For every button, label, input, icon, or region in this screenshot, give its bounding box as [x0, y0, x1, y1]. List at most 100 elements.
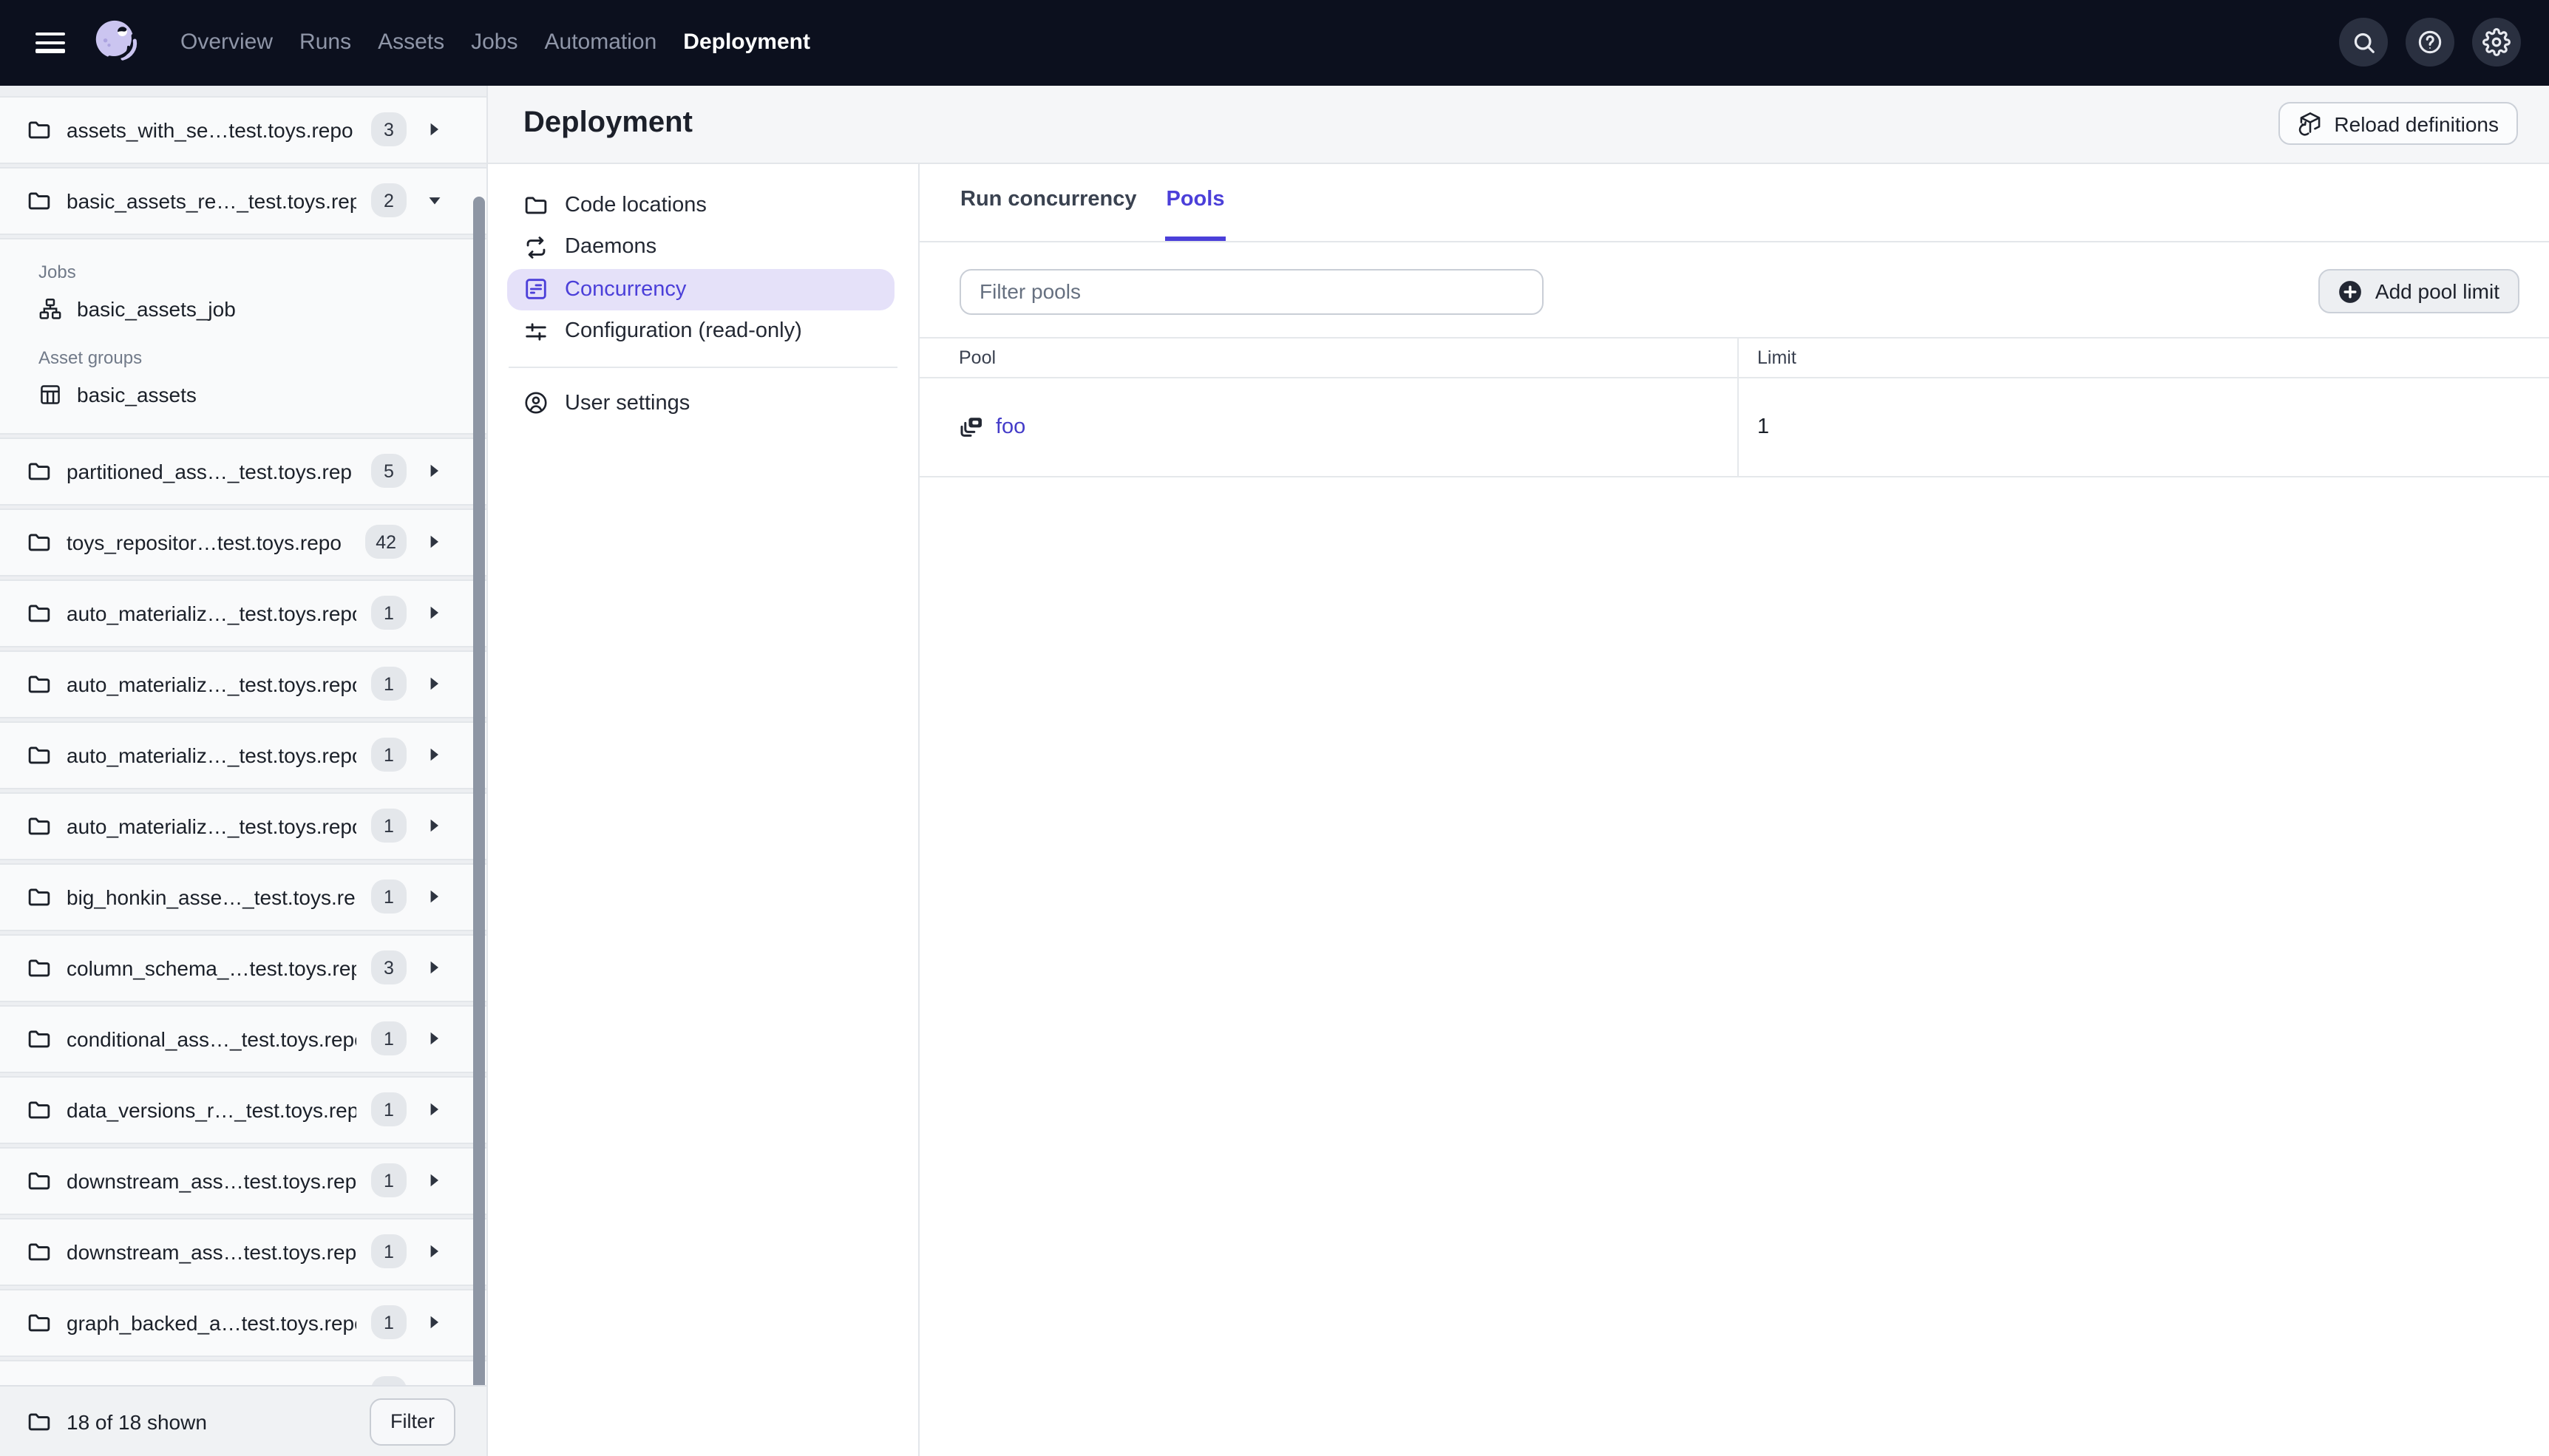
- folder-icon: [27, 529, 52, 554]
- nav-item-configuration-read-only[interactable]: Configuration (read-only): [507, 311, 894, 352]
- job-name: basic_assets_job: [77, 297, 236, 321]
- page-title: Deployment: [523, 106, 693, 140]
- user-icon: [523, 391, 549, 416]
- definitions-count-badge: 1: [371, 1234, 407, 1268]
- topnav-item-runs[interactable]: Runs: [299, 30, 351, 55]
- code-location-name: downstream_ass…test.toys.rep: [67, 1168, 356, 1192]
- code-location-row[interactable]: auto_materializ…_test.toys.repo 1: [0, 650, 486, 718]
- chevron-right-icon[interactable]: [427, 888, 442, 905]
- tab-run-concurrency[interactable]: Run concurrency: [959, 164, 1138, 240]
- code-location-name: auto_materializ…_test.toys.repo: [67, 814, 356, 837]
- pools-table-header: Pool Limit: [919, 338, 2549, 378]
- reload-definitions-button[interactable]: Reload definitions: [2278, 102, 2518, 146]
- definitions-count-badge: 1: [371, 1376, 407, 1385]
- pool-link[interactable]: foo: [959, 415, 1025, 440]
- asset-group-icon: [38, 383, 62, 406]
- code-location-row[interactable]: conditional_ass…_test.toys.repo 1: [0, 1004, 486, 1072]
- code-location-row[interactable]: auto_materializ…_test.toys.repo 1: [0, 792, 486, 860]
- chevron-right-icon[interactable]: [427, 1172, 442, 1188]
- topnav-item-jobs[interactable]: Jobs: [471, 30, 517, 55]
- filter-pools-input[interactable]: [959, 268, 1543, 314]
- code-location-row[interactable]: data_versions_r…_test.toys.rep 1: [0, 1075, 486, 1143]
- code-location-name: conditional_ass…_test.toys.repo: [67, 1027, 356, 1050]
- definitions-count-badge: 1: [371, 1305, 407, 1339]
- help-button[interactable]: [2406, 18, 2454, 67]
- sidebar-scrollbar[interactable]: [473, 196, 485, 1455]
- nav-item-user-settings[interactable]: User settings: [507, 383, 894, 423]
- chevron-right-icon[interactable]: [427, 817, 442, 834]
- folder-icon: [27, 1310, 52, 1335]
- pool-table-row: foo 1: [919, 378, 2549, 477]
- folder-icon: [27, 1239, 52, 1264]
- chevron-right-icon[interactable]: [427, 746, 442, 763]
- definitions-count-badge: 3: [371, 950, 407, 984]
- search-button[interactable]: [2339, 18, 2388, 67]
- tab-pools[interactable]: Pools: [1164, 164, 1226, 240]
- job-item[interactable]: basic_assets_job: [0, 289, 486, 329]
- folder-icon: [27, 1026, 52, 1051]
- main-content: Deployment Reload definitions Code locat…: [488, 85, 2549, 1456]
- code-location-name: auto_materializ…_test.toys.repo: [67, 743, 356, 766]
- code-location-row[interactable]: auto_materializ…_test.toys.repo 1: [0, 721, 486, 789]
- add-pool-limit-button[interactable]: Add pool limit: [2318, 268, 2519, 314]
- top-nav-actions: [2339, 18, 2521, 67]
- plus-circle-icon: [2338, 279, 2363, 304]
- folder-icon: [27, 188, 52, 213]
- chevron-right-icon[interactable]: [427, 534, 442, 550]
- asset-group-item[interactable]: basic_assets: [0, 375, 486, 415]
- topnav-item-deployment[interactable]: Deployment: [683, 30, 810, 55]
- dagster-logo-icon[interactable]: [90, 17, 142, 69]
- reload-definitions-label: Reload definitions: [2334, 112, 2499, 136]
- code-location-row[interactable]: column_schema_…test.toys.rep 3: [0, 933, 486, 1001]
- code-location-row[interactable]: long_asset_keys…_test.toys.rep1: [0, 1359, 486, 1385]
- code-location-row[interactable]: assets_with_se…test.toys.repo 3: [0, 95, 486, 163]
- nav-divider: [509, 367, 897, 368]
- code-location-name: big_honkin_asse…_test.toys.rep: [67, 885, 356, 908]
- topnav-item-assets[interactable]: Assets: [378, 30, 444, 55]
- nav-item-concurrency[interactable]: Concurrency: [507, 269, 894, 310]
- topnav-item-automation[interactable]: Automation: [545, 30, 657, 55]
- chevron-right-icon[interactable]: [427, 605, 442, 621]
- topnav-item-overview[interactable]: Overview: [180, 30, 273, 55]
- code-locations-sidebar: assets_with_se…test.toys.repo 3 basic_asse…: [0, 85, 488, 1456]
- nav-item-label: Code locations: [565, 193, 707, 217]
- chevron-down-icon[interactable]: [427, 194, 442, 206]
- folder-icon: [27, 742, 52, 767]
- job-icon: [38, 297, 62, 321]
- chevron-right-icon[interactable]: [427, 1101, 442, 1117]
- chevron-right-icon[interactable]: [427, 463, 442, 479]
- chevron-right-icon[interactable]: [427, 1030, 442, 1047]
- nav-item-code-locations[interactable]: Code locations: [507, 185, 894, 225]
- code-location-row[interactable]: auto_materializ…_test.toys.repo 1: [0, 579, 486, 647]
- menu-icon[interactable]: [35, 32, 65, 53]
- code-location-row[interactable]: downstream_ass…test.toys.rep 1: [0, 1217, 486, 1285]
- nav-item-daemons[interactable]: Daemons: [507, 227, 894, 268]
- code-location-row[interactable]: partitioned_ass…_test.toys.rep 5: [0, 437, 486, 505]
- code-location-row[interactable]: downstream_ass…test.toys.rep 1: [0, 1146, 486, 1214]
- chevron-right-icon[interactable]: [427, 121, 442, 137]
- folder-icon: [27, 1168, 52, 1193]
- code-location-row[interactable]: toys_repositor…test.toys.repo 42: [0, 508, 486, 576]
- definitions-count-badge: 5: [371, 454, 407, 488]
- gear-icon: [2482, 28, 2511, 57]
- asset-group-name: basic_assets: [77, 383, 197, 406]
- code-location-list: assets_with_se…test.toys.repo 3 basic_asse…: [0, 85, 486, 1385]
- definitions-count-badge: 3: [371, 112, 407, 146]
- settings-button[interactable]: [2472, 18, 2521, 67]
- code-location-row[interactable]: graph_backed_a…test.toys.repo 1: [0, 1288, 486, 1356]
- filter-locations-button[interactable]: Filter: [370, 1398, 455, 1445]
- pool-name: foo: [996, 415, 1026, 439]
- code-location-row[interactable]: basic_assets_re…_test.toys.rep 2: [0, 166, 486, 234]
- code-location-name: downstream_ass…test.toys.rep: [67, 1239, 356, 1263]
- code-location-name: data_versions_r…_test.toys.rep: [67, 1098, 356, 1121]
- chevron-right-icon[interactable]: [427, 1243, 442, 1259]
- code-location-row[interactable]: big_honkin_asse…_test.toys.rep 1: [0, 863, 486, 931]
- locations-shown-count: 18 of 18 shown: [67, 1409, 207, 1433]
- chevron-right-icon[interactable]: [427, 676, 442, 692]
- definitions-count-badge: 1: [371, 880, 407, 914]
- chevron-right-icon[interactable]: [427, 959, 442, 976]
- pool-icon: [959, 415, 984, 440]
- chevron-right-icon[interactable]: [427, 1314, 442, 1330]
- folder-icon: [27, 955, 52, 980]
- help-icon: [2416, 29, 2444, 57]
